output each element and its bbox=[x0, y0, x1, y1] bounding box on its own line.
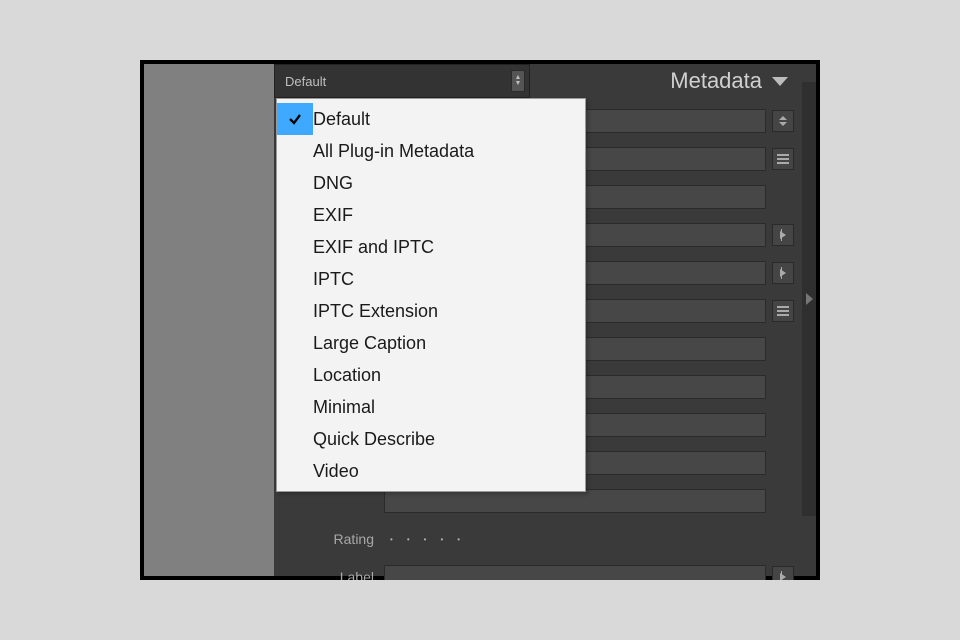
field-action-button[interactable] bbox=[772, 566, 794, 580]
up-down-icon bbox=[778, 113, 788, 129]
menu-item[interactable]: Video bbox=[277, 455, 585, 487]
menu-item[interactable]: IPTC Extension bbox=[277, 295, 585, 327]
panel-title[interactable]: Metadata bbox=[530, 64, 798, 98]
menu-item-label: Large Caption bbox=[313, 333, 426, 354]
checkmark-icon bbox=[277, 423, 313, 455]
menu-item-label: Location bbox=[313, 365, 381, 386]
checkmark-icon bbox=[277, 359, 313, 391]
metadata-row: Label bbox=[280, 562, 794, 580]
menu-item-label: EXIF bbox=[313, 205, 353, 226]
menu-item-label: DNG bbox=[313, 173, 353, 194]
chevron-right-icon bbox=[806, 293, 813, 305]
checkmark-icon bbox=[277, 199, 313, 231]
menu-item[interactable]: Minimal bbox=[277, 391, 585, 423]
menu-item[interactable]: Quick Describe bbox=[277, 423, 585, 455]
menu-item-label: Minimal bbox=[313, 397, 375, 418]
checkmark-icon bbox=[277, 327, 313, 359]
menu-item[interactable]: Location bbox=[277, 359, 585, 391]
checkmark-icon bbox=[277, 167, 313, 199]
metadata-preset-menu[interactable]: Default All Plug-in Metadata DNG EXIF EXIF a… bbox=[276, 98, 586, 492]
menu-item[interactable]: IPTC bbox=[277, 263, 585, 295]
field-action-button[interactable] bbox=[772, 110, 794, 132]
field-action-button[interactable] bbox=[772, 300, 794, 322]
menu-item[interactable]: DNG bbox=[277, 167, 585, 199]
content-gutter bbox=[144, 64, 274, 576]
app-frame: Default ▲▼ Metadata Rating••••• Label Def… bbox=[140, 60, 820, 580]
menu-item[interactable]: Large Caption bbox=[277, 327, 585, 359]
menu-item[interactable]: EXIF bbox=[277, 199, 585, 231]
checkmark-icon bbox=[277, 231, 313, 263]
metadata-field-label: Label bbox=[280, 569, 384, 580]
menu-item-label: IPTC Extension bbox=[313, 301, 438, 322]
triangle-down-icon bbox=[772, 77, 788, 86]
up-down-icon: ▲▼ bbox=[511, 70, 525, 92]
checkmark-icon bbox=[277, 263, 313, 295]
list-icon bbox=[777, 154, 789, 164]
metadata-field-label: Rating bbox=[280, 531, 384, 547]
field-action-button[interactable] bbox=[772, 148, 794, 170]
menu-item-label: Video bbox=[313, 461, 359, 482]
checkmark-icon bbox=[277, 103, 313, 135]
panel-header: Default ▲▼ Metadata bbox=[274, 64, 816, 98]
menu-item[interactable]: All Plug-in Metadata bbox=[277, 135, 585, 167]
menu-item-label: Default bbox=[313, 109, 370, 130]
metadata-preset-select[interactable]: Default ▲▼ bbox=[274, 64, 530, 98]
menu-item[interactable]: EXIF and IPTC bbox=[277, 231, 585, 263]
menu-item-label: Quick Describe bbox=[313, 429, 435, 450]
goto-arrow-icon bbox=[780, 231, 786, 239]
list-icon bbox=[777, 306, 789, 316]
menu-item-label: IPTC bbox=[313, 269, 354, 290]
checkmark-icon bbox=[277, 391, 313, 423]
field-action-button[interactable] bbox=[772, 262, 794, 284]
menu-item[interactable]: Default bbox=[277, 103, 585, 135]
menu-item-label: All Plug-in Metadata bbox=[313, 141, 474, 162]
panel-scroll-handle[interactable] bbox=[802, 82, 816, 516]
field-action-button[interactable] bbox=[772, 224, 794, 246]
metadata-preset-value: Default bbox=[285, 74, 326, 89]
checkmark-icon bbox=[277, 295, 313, 327]
metadata-field[interactable] bbox=[384, 565, 766, 580]
menu-item-label: EXIF and IPTC bbox=[313, 237, 434, 258]
metadata-row: Rating••••• bbox=[280, 524, 794, 554]
checkmark-icon bbox=[277, 135, 313, 167]
panel-title-label: Metadata bbox=[670, 68, 762, 94]
checkmark-icon bbox=[277, 455, 313, 487]
metadata-field[interactable] bbox=[384, 489, 766, 513]
rating-value[interactable]: ••••• bbox=[384, 535, 766, 544]
goto-arrow-icon bbox=[780, 269, 786, 277]
goto-arrow-icon bbox=[780, 573, 786, 580]
